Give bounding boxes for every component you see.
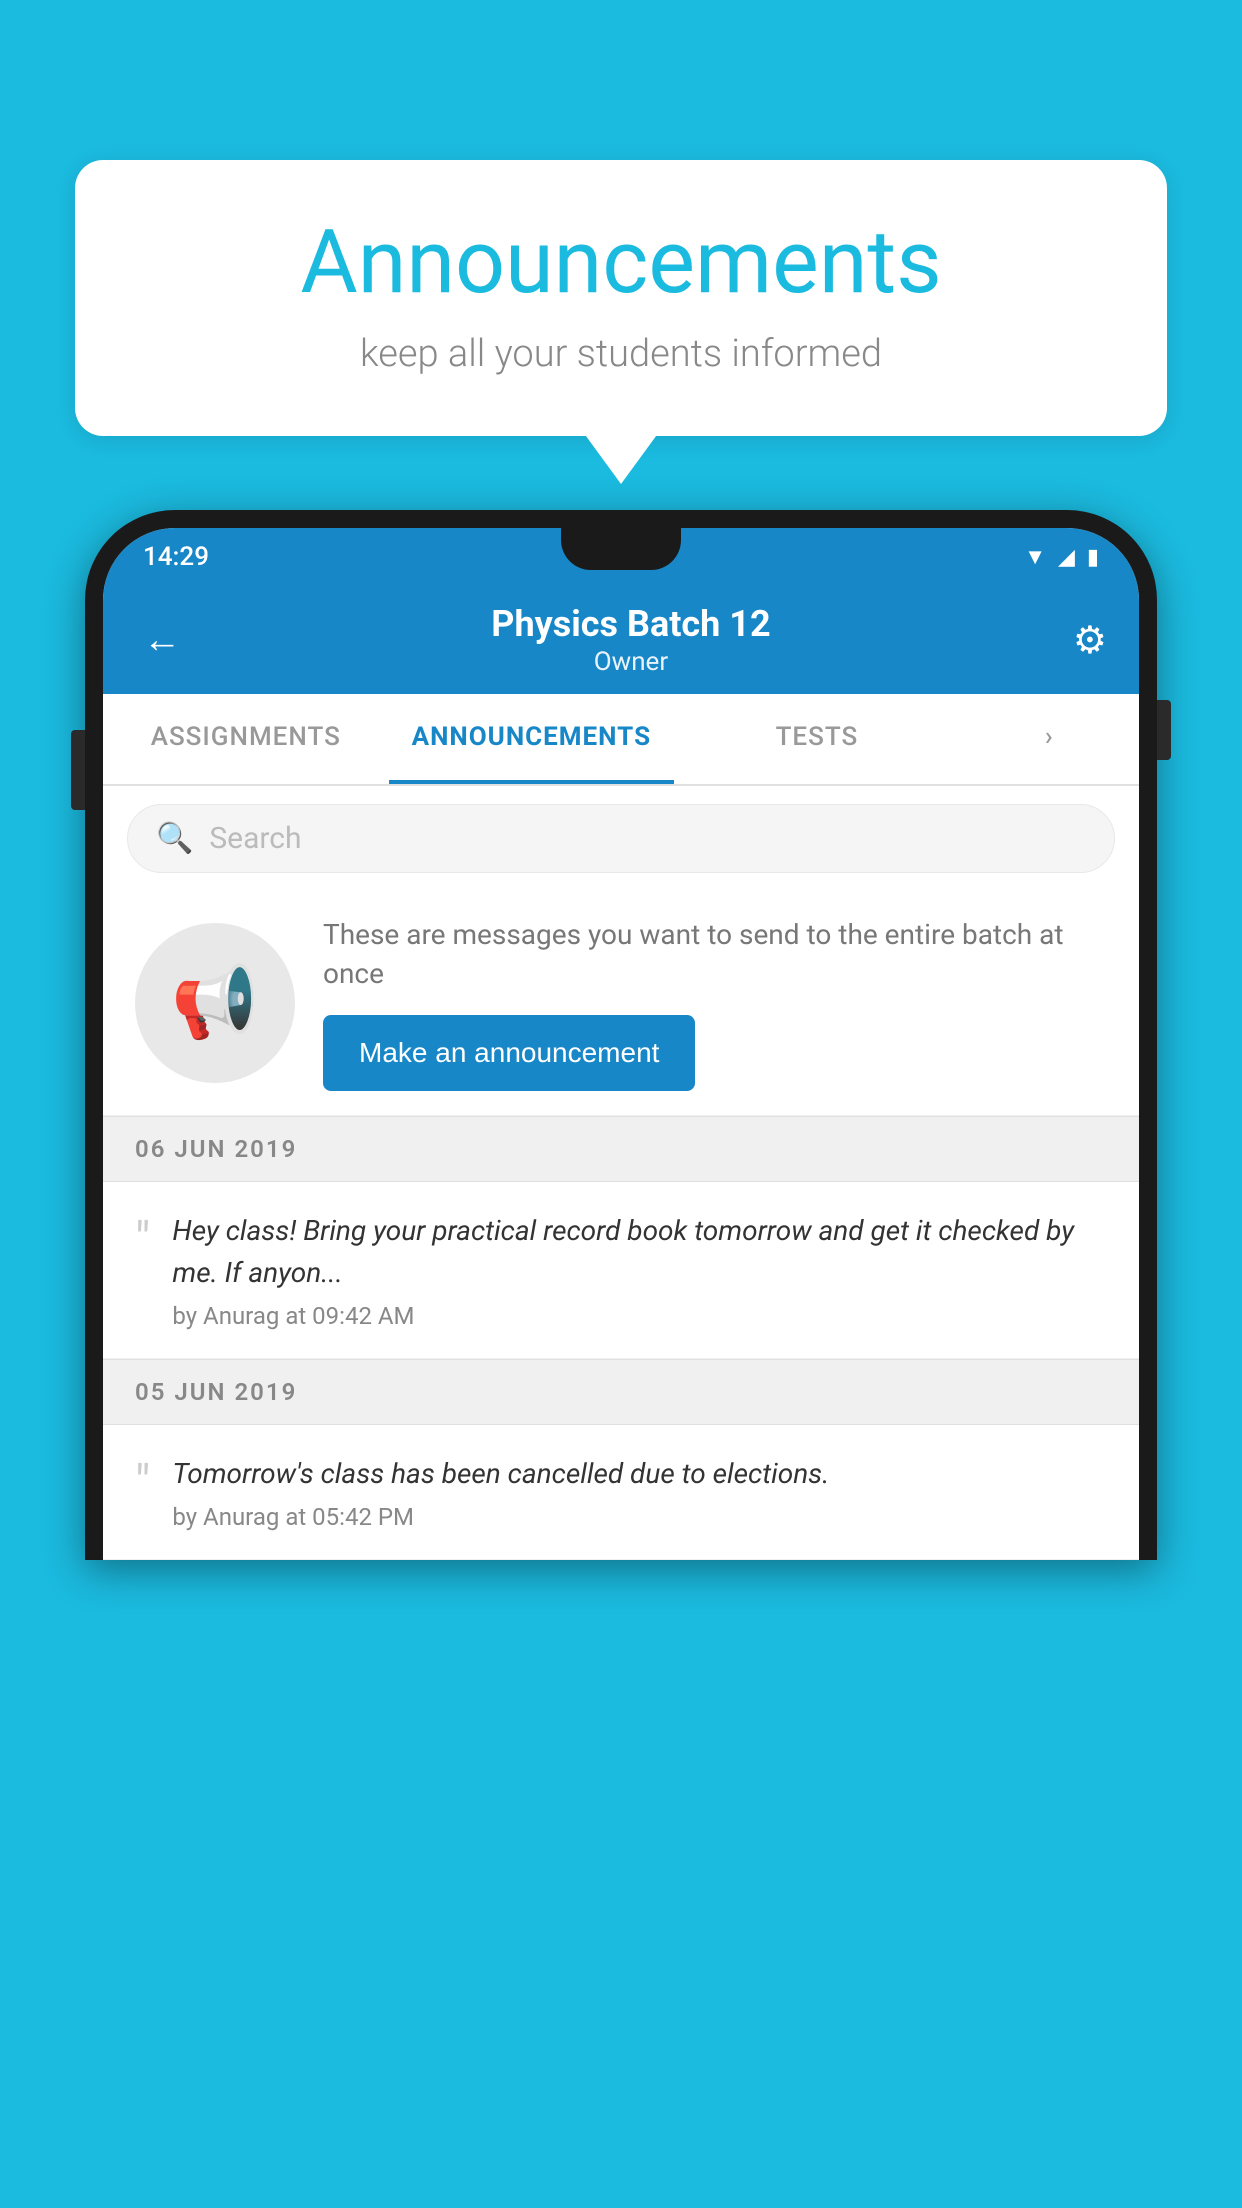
announcement-meta-1: by Anurag at 09:42 AM — [172, 1302, 1107, 1330]
make-announcement-button[interactable]: Make an announcement — [323, 1015, 695, 1091]
app-bar-subtitle: Owner — [189, 647, 1073, 677]
quote-icon-2: " — [135, 1459, 150, 1507]
search-container: 🔍 Search — [103, 786, 1139, 891]
megaphone-icon: 📢 — [171, 962, 258, 1044]
bubble-title: Announcements — [135, 215, 1107, 312]
announcement-meta-2: by Anurag at 05:42 PM — [172, 1503, 1107, 1531]
announcement-text-2: Tomorrow's class has been cancelled due … — [172, 1453, 1107, 1495]
wifi-icon: ▼ — [1024, 544, 1046, 570]
content-area: 🔍 Search 📢 These are messages you want t… — [103, 786, 1139, 1560]
tab-announcements[interactable]: ANNOUNCEMENTS — [389, 694, 675, 784]
date-separator-2: 05 JUN 2019 — [103, 1359, 1139, 1425]
app-bar-title-container: Physics Batch 12 Owner — [189, 603, 1073, 676]
search-icon: 🔍 — [156, 821, 193, 856]
quote-icon-1: " — [135, 1216, 150, 1264]
announcement-text-1: Hey class! Bring your practical record b… — [172, 1210, 1107, 1294]
notch — [561, 528, 681, 570]
battery-icon: ▮ — [1087, 545, 1099, 570]
speech-bubble: Announcements keep all your students inf… — [75, 160, 1167, 436]
status-icons: ▼ ◢ ▮ — [1024, 544, 1099, 570]
app-bar-title: Physics Batch 12 — [189, 603, 1073, 646]
promo-icon-circle: 📢 — [135, 923, 295, 1083]
signal-icon: ◢ — [1058, 545, 1075, 570]
tab-assignments[interactable]: ASSIGNMENTS — [103, 694, 389, 784]
announcement-item-1[interactable]: " Hey class! Bring your practical record… — [103, 1182, 1139, 1359]
search-placeholder: Search — [209, 821, 301, 856]
tab-tests[interactable]: TESTS — [674, 694, 960, 784]
app-bar: ← Physics Batch 12 Owner ⚙ — [103, 586, 1139, 694]
tab-more[interactable]: › — [960, 694, 1139, 784]
bubble-subtitle: keep all your students informed — [135, 332, 1107, 376]
announcement-content-2: Tomorrow's class has been cancelled due … — [172, 1453, 1107, 1531]
announcement-content-1: Hey class! Bring your practical record b… — [172, 1210, 1107, 1330]
phone-inner: 14:29 ▼ ◢ ▮ ← Physics Batch 12 Owner ⚙ A… — [103, 528, 1139, 1560]
search-box[interactable]: 🔍 Search — [127, 804, 1115, 873]
phone-container: 14:29 ▼ ◢ ▮ ← Physics Batch 12 Owner ⚙ A… — [85, 510, 1157, 2208]
status-bar: 14:29 ▼ ◢ ▮ — [103, 528, 1139, 586]
announcement-promo: 📢 These are messages you want to send to… — [103, 891, 1139, 1116]
settings-button[interactable]: ⚙ — [1073, 618, 1107, 663]
promo-text: These are messages you want to send to t… — [323, 915, 1107, 993]
speech-bubble-container: Announcements keep all your students inf… — [75, 160, 1167, 436]
date-separator-1: 06 JUN 2019 — [103, 1116, 1139, 1182]
phone-frame: 14:29 ▼ ◢ ▮ ← Physics Batch 12 Owner ⚙ A… — [85, 510, 1157, 1560]
announcement-item-2[interactable]: " Tomorrow's class has been cancelled du… — [103, 1425, 1139, 1560]
back-button[interactable]: ← — [135, 610, 189, 670]
status-time: 14:29 — [143, 542, 209, 572]
tabs-bar: ASSIGNMENTS ANNOUNCEMENTS TESTS › — [103, 694, 1139, 786]
promo-right: These are messages you want to send to t… — [323, 915, 1107, 1091]
